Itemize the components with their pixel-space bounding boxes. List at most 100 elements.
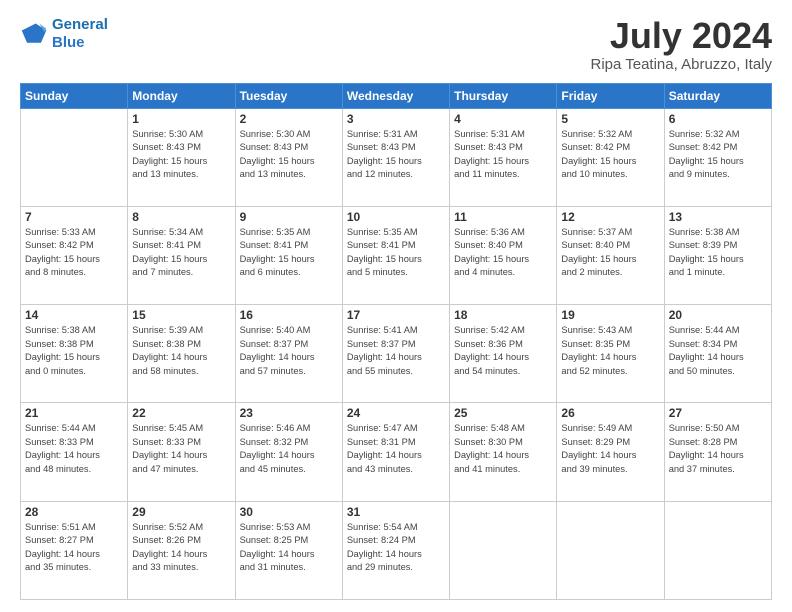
calendar-cell: 23Sunrise: 5:46 AM Sunset: 8:32 PM Dayli…: [235, 403, 342, 501]
day-number: 18: [454, 308, 552, 322]
cell-info: Sunrise: 5:45 AM Sunset: 8:33 PM Dayligh…: [132, 422, 230, 476]
calendar-cell: 14 Sunrise: 5:38 AM Sunset: 8:38 PM Dayli…: [21, 305, 128, 403]
cell-info: Sunrise: 5:36 AM Sunset: 8:40 PM Dayligh…: [454, 226, 552, 280]
cell-info: Sunrise: 5:33 AM Sunset: 8:42 PM Dayligh…: [25, 226, 123, 280]
calendar-cell: 16 Sunrise: 5:40 AM Sunset: 8:37 PM Dayli…: [235, 305, 342, 403]
day-number: 21: [25, 406, 123, 420]
calendar-cell: 30 Sunrise: 5:53 AM Sunset: 8:25 PM Dayli…: [235, 501, 342, 599]
day-number: 17: [347, 308, 445, 322]
cell-info: Sunrise: 5:35 AM Sunset: 8:41 PM Dayligh…: [240, 226, 338, 280]
cell-info: Sunrise: 5:46 AM Sunset: 8:32 PM Dayligh…: [240, 422, 338, 476]
calendar-cell: 21 Sunrise: 5:44 AM Sunset: 8:33 PM Dayli…: [21, 403, 128, 501]
day-number: 28: [25, 505, 123, 519]
calendar-cell: 5 Sunrise: 5:32 AM Sunset: 8:42 PM Daylig…: [557, 108, 664, 206]
calendar-cell: 25 Sunrise: 5:48 AM Sunset: 8:30 PM Dayli…: [450, 403, 557, 501]
col-monday: Monday: [128, 83, 235, 108]
week-row-0: 1 Sunrise: 5:30 AM Sunset: 8:43 PM Daylig…: [21, 108, 772, 206]
week-row-3: 21 Sunrise: 5:44 AM Sunset: 8:33 PM Dayli…: [21, 403, 772, 501]
calendar-cell: 9Sunrise: 5:35 AM Sunset: 8:41 PM Daylig…: [235, 206, 342, 304]
day-number: 16: [240, 308, 338, 322]
cell-info: Sunrise: 5:44 AM Sunset: 8:34 PM Dayligh…: [669, 324, 767, 378]
day-number: 25: [454, 406, 552, 420]
day-number: 30: [240, 505, 338, 519]
day-number: 22: [132, 406, 230, 420]
logo: General Blue: [20, 16, 108, 52]
cell-info: Sunrise: 5:30 AM Sunset: 8:43 PM Dayligh…: [132, 128, 230, 182]
logo-text: General Blue: [52, 16, 108, 52]
cell-info: Sunrise: 5:38 AM Sunset: 8:38 PM Dayligh…: [25, 324, 123, 378]
calendar-cell: 17 Sunrise: 5:41 AM Sunset: 8:37 PM Dayli…: [342, 305, 449, 403]
col-thursday: Thursday: [450, 83, 557, 108]
day-number: 12: [561, 210, 659, 224]
calendar-cell: 26Sunrise: 5:49 AM Sunset: 8:29 PM Dayli…: [557, 403, 664, 501]
cell-info: Sunrise: 5:38 AM Sunset: 8:39 PM Dayligh…: [669, 226, 767, 280]
calendar-cell: 2Sunrise: 5:30 AM Sunset: 8:43 PM Daylig…: [235, 108, 342, 206]
calendar-header-row: Sunday Monday Tuesday Wednesday Thursday…: [21, 83, 772, 108]
cell-info: Sunrise: 5:51 AM Sunset: 8:27 PM Dayligh…: [25, 521, 123, 575]
cell-info: Sunrise: 5:35 AM Sunset: 8:41 PM Dayligh…: [347, 226, 445, 280]
cell-info: Sunrise: 5:48 AM Sunset: 8:30 PM Dayligh…: [454, 422, 552, 476]
cell-info: Sunrise: 5:47 AM Sunset: 8:31 PM Dayligh…: [347, 422, 445, 476]
cell-info: Sunrise: 5:40 AM Sunset: 8:37 PM Dayligh…: [240, 324, 338, 378]
cell-info: Sunrise: 5:50 AM Sunset: 8:28 PM Dayligh…: [669, 422, 767, 476]
day-number: 29: [132, 505, 230, 519]
calendar-cell: 3 Sunrise: 5:31 AM Sunset: 8:43 PM Daylig…: [342, 108, 449, 206]
calendar-cell: 7Sunrise: 5:33 AM Sunset: 8:42 PM Daylig…: [21, 206, 128, 304]
calendar-cell: [664, 501, 771, 599]
cell-info: Sunrise: 5:31 AM Sunset: 8:43 PM Dayligh…: [347, 128, 445, 182]
day-number: 13: [669, 210, 767, 224]
calendar-table: Sunday Monday Tuesday Wednesday Thursday…: [20, 83, 772, 600]
col-friday: Friday: [557, 83, 664, 108]
calendar-cell: 27Sunrise: 5:50 AM Sunset: 8:28 PM Dayli…: [664, 403, 771, 501]
calendar-cell: 1 Sunrise: 5:30 AM Sunset: 8:43 PM Daylig…: [128, 108, 235, 206]
day-number: 8: [132, 210, 230, 224]
location: Ripa Teatina, Abruzzo, Italy: [591, 56, 773, 73]
day-number: 5: [561, 112, 659, 126]
calendar-cell: 28 Sunrise: 5:51 AM Sunset: 8:27 PM Dayli…: [21, 501, 128, 599]
calendar-cell: 12 Sunrise: 5:37 AM Sunset: 8:40 PM Dayli…: [557, 206, 664, 304]
calendar-cell: 31Sunrise: 5:54 AM Sunset: 8:24 PM Dayli…: [342, 501, 449, 599]
logo-icon: [20, 20, 48, 48]
week-row-4: 28 Sunrise: 5:51 AM Sunset: 8:27 PM Dayli…: [21, 501, 772, 599]
calendar-cell: 11 Sunrise: 5:36 AM Sunset: 8:40 PM Dayli…: [450, 206, 557, 304]
calendar-cell: 20 Sunrise: 5:44 AM Sunset: 8:34 PM Dayli…: [664, 305, 771, 403]
cell-info: Sunrise: 5:53 AM Sunset: 8:25 PM Dayligh…: [240, 521, 338, 575]
cell-info: Sunrise: 5:32 AM Sunset: 8:42 PM Dayligh…: [561, 128, 659, 182]
day-number: 24: [347, 406, 445, 420]
day-number: 6: [669, 112, 767, 126]
cell-info: Sunrise: 5:44 AM Sunset: 8:33 PM Dayligh…: [25, 422, 123, 476]
day-number: 14: [25, 308, 123, 322]
header: General Blue July 2024 Ripa Teatina, Abr…: [20, 16, 772, 73]
cell-info: Sunrise: 5:31 AM Sunset: 8:43 PM Dayligh…: [454, 128, 552, 182]
month-year: July 2024: [591, 16, 773, 56]
calendar-cell: [21, 108, 128, 206]
cell-info: Sunrise: 5:42 AM Sunset: 8:36 PM Dayligh…: [454, 324, 552, 378]
page: General Blue July 2024 Ripa Teatina, Abr…: [0, 0, 792, 612]
week-row-1: 7Sunrise: 5:33 AM Sunset: 8:42 PM Daylig…: [21, 206, 772, 304]
calendar-cell: 15 Sunrise: 5:39 AM Sunset: 8:38 PM Dayli…: [128, 305, 235, 403]
col-saturday: Saturday: [664, 83, 771, 108]
day-number: 20: [669, 308, 767, 322]
day-number: 10: [347, 210, 445, 224]
cell-info: Sunrise: 5:37 AM Sunset: 8:40 PM Dayligh…: [561, 226, 659, 280]
day-number: 26: [561, 406, 659, 420]
cell-info: Sunrise: 5:30 AM Sunset: 8:43 PM Dayligh…: [240, 128, 338, 182]
day-number: 3: [347, 112, 445, 126]
col-tuesday: Tuesday: [235, 83, 342, 108]
day-number: 1: [132, 112, 230, 126]
calendar-cell: 24 Sunrise: 5:47 AM Sunset: 8:31 PM Dayli…: [342, 403, 449, 501]
day-number: 11: [454, 210, 552, 224]
day-number: 4: [454, 112, 552, 126]
cell-info: Sunrise: 5:41 AM Sunset: 8:37 PM Dayligh…: [347, 324, 445, 378]
cell-info: Sunrise: 5:39 AM Sunset: 8:38 PM Dayligh…: [132, 324, 230, 378]
day-number: 19: [561, 308, 659, 322]
calendar-cell: [557, 501, 664, 599]
cell-info: Sunrise: 5:34 AM Sunset: 8:41 PM Dayligh…: [132, 226, 230, 280]
calendar-cell: 6 Sunrise: 5:32 AM Sunset: 8:42 PM Daylig…: [664, 108, 771, 206]
cell-info: Sunrise: 5:43 AM Sunset: 8:35 PM Dayligh…: [561, 324, 659, 378]
calendar-cell: 22 Sunrise: 5:45 AM Sunset: 8:33 PM Dayli…: [128, 403, 235, 501]
cell-info: Sunrise: 5:32 AM Sunset: 8:42 PM Dayligh…: [669, 128, 767, 182]
day-number: 15: [132, 308, 230, 322]
cell-info: Sunrise: 5:52 AM Sunset: 8:26 PM Dayligh…: [132, 521, 230, 575]
calendar-cell: 4 Sunrise: 5:31 AM Sunset: 8:43 PM Daylig…: [450, 108, 557, 206]
